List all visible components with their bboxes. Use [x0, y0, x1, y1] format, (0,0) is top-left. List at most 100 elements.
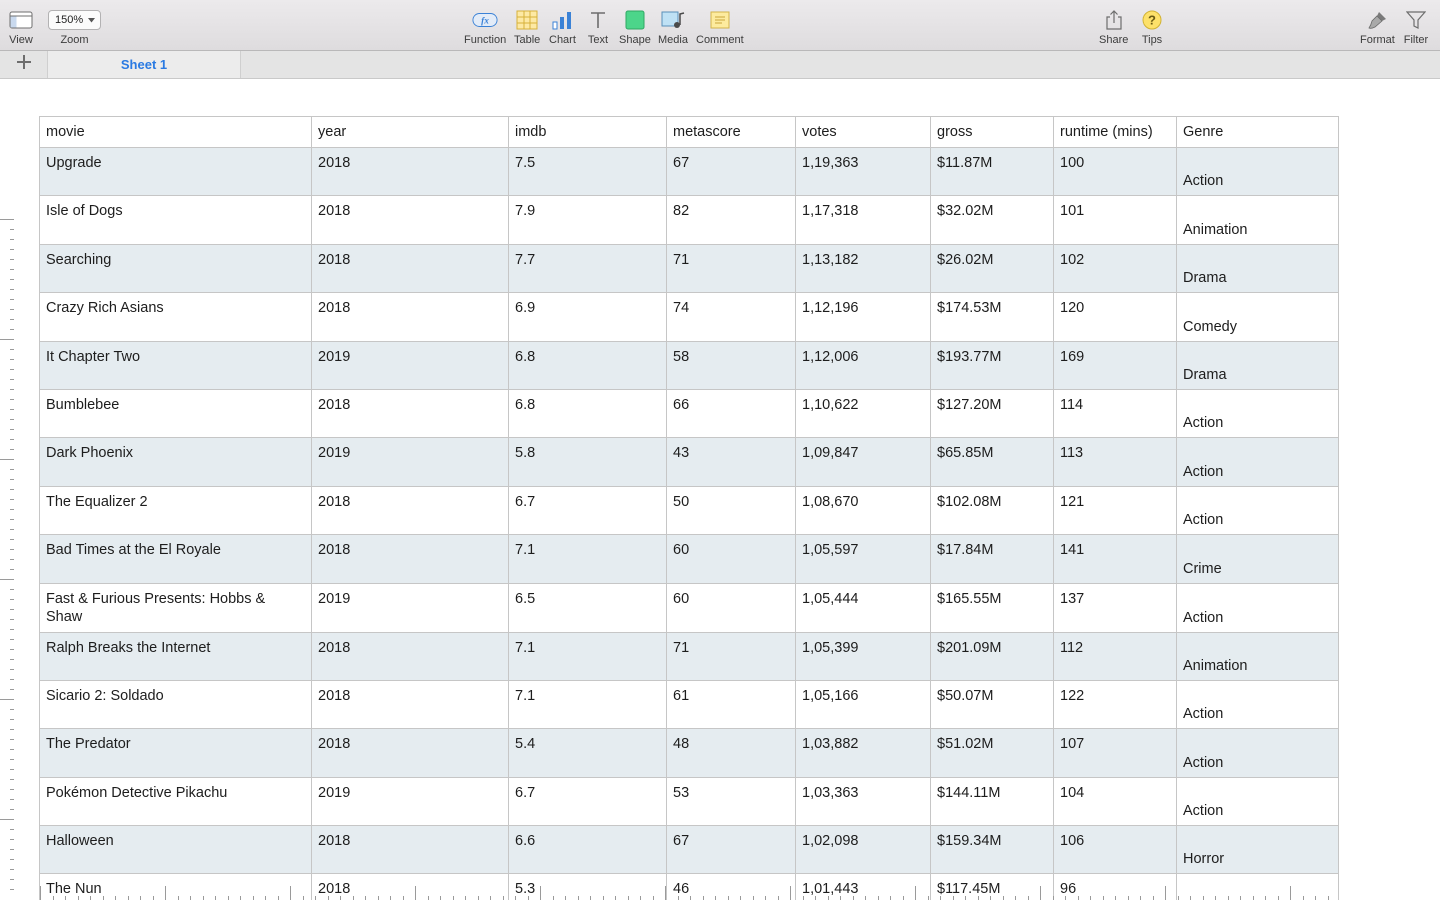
function-button[interactable]: fx Function [464, 7, 506, 46]
table-cell[interactable]: Drama [1176, 243, 1339, 294]
table-cell[interactable]: $102.08M [930, 485, 1054, 536]
table-cell[interactable]: $201.09M [930, 631, 1054, 681]
table-cell[interactable]: 1,05,399 [795, 631, 931, 681]
table-cell[interactable]: 5.8 [508, 437, 667, 487]
table-cell[interactable]: $32.02M [930, 195, 1054, 245]
table-cell[interactable]: 6.8 [508, 388, 667, 439]
table-cell[interactable]: 60 [666, 582, 796, 633]
column-header[interactable]: runtime (mins) [1053, 116, 1177, 148]
table-cell[interactable]: Ralph Breaks the Internet [39, 631, 312, 681]
table-cell[interactable]: Action [1176, 146, 1339, 197]
shape-button[interactable]: Shape [619, 7, 651, 46]
table-cell[interactable]: 2018 [311, 195, 509, 245]
table-cell[interactable]: Crime [1176, 534, 1339, 584]
table-cell[interactable]: 7.1 [508, 534, 667, 584]
table-cell[interactable]: 102 [1053, 243, 1177, 294]
table-cell[interactable]: 53 [666, 776, 796, 827]
table-cell[interactable]: 48 [666, 728, 796, 778]
table-cell[interactable]: 2018 [311, 485, 509, 536]
table-cell[interactable]: 2018 [311, 292, 509, 342]
table-cell[interactable]: 2019 [311, 582, 509, 633]
table-cell[interactable]: 2018 [311, 631, 509, 681]
table-cell[interactable]: 6.7 [508, 485, 667, 536]
table-cell[interactable]: Fast & Furious Presents: Hobbs & Shaw [39, 582, 312, 633]
table-cell[interactable]: 137 [1053, 582, 1177, 633]
column-header[interactable]: imdb [508, 116, 667, 148]
table-cell[interactable]: 6.5 [508, 582, 667, 633]
table-cell[interactable]: Searching [39, 243, 312, 294]
table-cell[interactable]: $127.20M [930, 388, 1054, 439]
table-cell[interactable]: 1,05,166 [795, 679, 931, 730]
table-cell[interactable]: 1,05,597 [795, 534, 931, 584]
table-cell[interactable]: Action [1176, 485, 1339, 536]
table-cell[interactable]: 1,08,670 [795, 485, 931, 536]
table-cell[interactable]: 2018 [311, 388, 509, 439]
tips-button[interactable]: ? Tips [1139, 7, 1165, 46]
table-cell[interactable]: Comedy [1176, 292, 1339, 342]
table-cell[interactable]: 1,17,318 [795, 195, 931, 245]
table-cell[interactable]: $144.11M [930, 776, 1054, 827]
table-cell[interactable]: 50 [666, 485, 796, 536]
table-cell[interactable]: 60 [666, 534, 796, 584]
table-cell[interactable]: 1,05,444 [795, 582, 931, 633]
comment-button[interactable]: Comment [696, 7, 744, 46]
table-cell[interactable]: 7.7 [508, 243, 667, 294]
table-cell[interactable]: $51.02M [930, 728, 1054, 778]
table-cell[interactable]: 1,02,098 [795, 825, 931, 875]
table-cell[interactable]: 121 [1053, 485, 1177, 536]
column-header[interactable]: votes [795, 116, 931, 148]
media-button[interactable]: Media [658, 7, 688, 46]
table-cell[interactable]: 7.5 [508, 146, 667, 197]
table-cell[interactable]: 1,12,196 [795, 292, 931, 342]
table-cell[interactable]: Animation [1176, 195, 1339, 245]
table-cell[interactable]: Horror [1176, 825, 1339, 875]
table-cell[interactable]: $159.34M [930, 825, 1054, 875]
format-button[interactable]: Format [1360, 7, 1395, 46]
table-button[interactable]: Table [514, 7, 540, 46]
table-cell[interactable]: Action [1176, 679, 1339, 730]
table-cell[interactable]: 5.4 [508, 728, 667, 778]
table-cell[interactable]: 2019 [311, 340, 509, 390]
table-cell[interactable]: 58 [666, 340, 796, 390]
table-cell[interactable]: 122 [1053, 679, 1177, 730]
table-cell[interactable]: $174.53M [930, 292, 1054, 342]
zoom-select[interactable]: 150% [48, 10, 101, 30]
table-cell[interactable]: 66 [666, 388, 796, 439]
table-cell[interactable]: 169 [1053, 340, 1177, 390]
table-cell[interactable]: The Equalizer 2 [39, 485, 312, 536]
table-cell[interactable]: 2018 [311, 534, 509, 584]
table-cell[interactable]: Dark Phoenix [39, 437, 312, 487]
table-cell[interactable]: 6.8 [508, 340, 667, 390]
table-cell[interactable]: Isle of Dogs [39, 195, 312, 245]
table-cell[interactable]: $26.02M [930, 243, 1054, 294]
table-cell[interactable]: 1,13,182 [795, 243, 931, 294]
table-cell[interactable]: 106 [1053, 825, 1177, 875]
table-cell[interactable]: Upgrade [39, 146, 312, 197]
table-cell[interactable]: 1,19,363 [795, 146, 931, 197]
table-cell[interactable]: 1,03,882 [795, 728, 931, 778]
table-cell[interactable]: 2018 [311, 146, 509, 197]
table-cell[interactable]: $165.55M [930, 582, 1054, 633]
table-cell[interactable]: Bad Times at the El Royale [39, 534, 312, 584]
column-header[interactable]: movie [39, 116, 312, 148]
table-cell[interactable]: 43 [666, 437, 796, 487]
add-sheet-button[interactable] [0, 51, 48, 78]
table-cell[interactable]: 1,12,006 [795, 340, 931, 390]
table-cell[interactable]: 71 [666, 243, 796, 294]
view-button[interactable]: View [8, 7, 34, 46]
chart-button[interactable]: Chart [549, 7, 576, 46]
table-cell[interactable]: 2018 [311, 243, 509, 294]
table-cell[interactable]: It Chapter Two [39, 340, 312, 390]
table-cell[interactable]: Drama [1176, 340, 1339, 390]
table-cell[interactable]: Sicario 2: Soldado [39, 679, 312, 730]
table-cell[interactable]: 6.7 [508, 776, 667, 827]
table-cell[interactable]: $65.85M [930, 437, 1054, 487]
table-cell[interactable]: 6.6 [508, 825, 667, 875]
table-cell[interactable]: Action [1176, 582, 1339, 633]
table-cell[interactable]: 2018 [311, 825, 509, 875]
table-cell[interactable]: 67 [666, 825, 796, 875]
table-cell[interactable]: The Predator [39, 728, 312, 778]
tab-sheet-1[interactable]: Sheet 1 [48, 51, 241, 78]
table-cell[interactable]: 74 [666, 292, 796, 342]
table-cell[interactable]: Action [1176, 437, 1339, 487]
